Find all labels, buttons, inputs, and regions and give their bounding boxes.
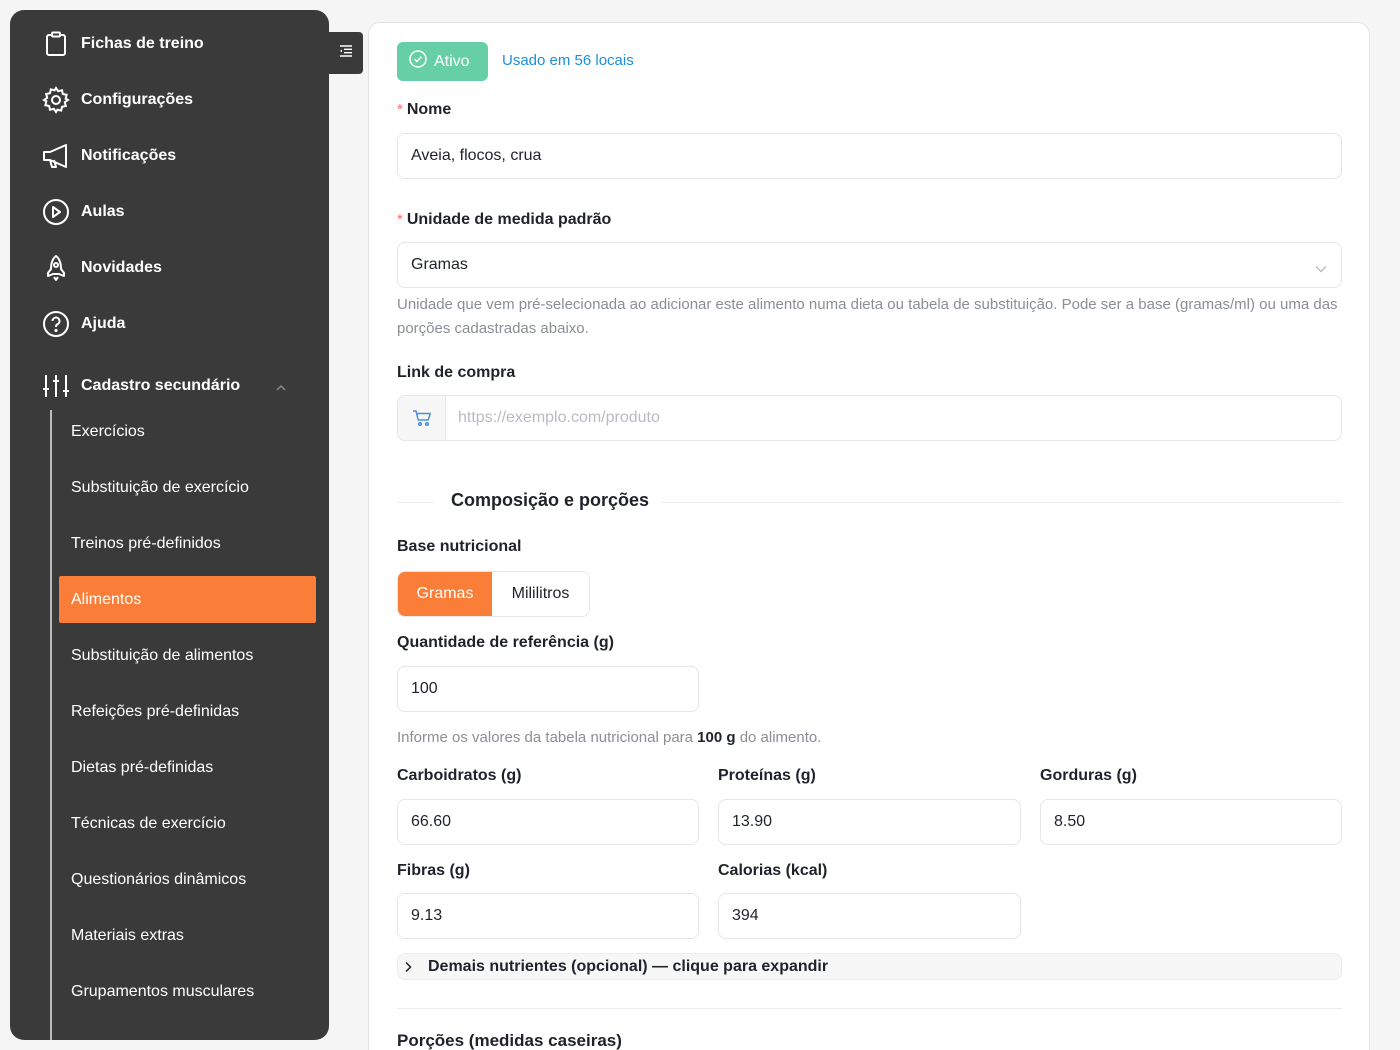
play-circle-icon xyxy=(42,198,70,226)
sliders-icon xyxy=(42,372,70,400)
megaphone-icon xyxy=(42,142,70,170)
chevron-up-icon[interactable] xyxy=(276,380,286,391)
calories-field[interactable]: 394 xyxy=(718,893,1021,939)
carbs-label: Carboidratos (g) xyxy=(397,767,522,784)
sidebar-item-notificacoes[interactable]: Notificações xyxy=(10,132,329,180)
nutrition-info-text: Informe os valores da tabela nutricional… xyxy=(397,729,822,746)
sidebar-item-label: Novidades xyxy=(81,259,162,276)
cart-icon xyxy=(398,396,446,440)
clipboard-icon xyxy=(42,30,70,58)
purchase-link-group xyxy=(397,395,1342,441)
sidebar-item-configuracoes[interactable]: Configurações xyxy=(10,76,329,124)
base-label: Base nutricional xyxy=(397,538,522,555)
submenu-guide-line xyxy=(50,410,52,1040)
usage-link[interactable]: Usado em 56 locais xyxy=(502,52,634,69)
sidebar-item-ajuda[interactable]: Ajuda xyxy=(10,300,329,348)
section-divider-left xyxy=(397,502,433,503)
base-option-mililitros[interactable]: Mililitros xyxy=(492,572,589,616)
calories-label: Calorias (kcal) xyxy=(718,862,828,879)
name-field[interactable]: Aveia, flocos, crua xyxy=(397,133,1342,179)
calories-value: 394 xyxy=(732,907,759,924)
submenu-item-tecnicas-de-exercicio[interactable]: Técnicas de exercício xyxy=(59,800,316,847)
submenu-item-refeicoes-pre-definidas[interactable]: Refeições pré-definidas xyxy=(59,688,316,735)
unit-label: * Unidade de medida padrão xyxy=(397,211,612,228)
menu-fold-icon xyxy=(339,44,353,62)
sidebar-item-label: Fichas de treino xyxy=(81,35,204,52)
sidebar-item-label: Configurações xyxy=(81,91,194,108)
portions-divider xyxy=(397,1008,1342,1009)
fiber-value: 9.13 xyxy=(411,907,443,924)
protein-label: Proteínas (g) xyxy=(718,767,816,784)
sidebar-item-aulas[interactable]: Aulas xyxy=(10,188,329,236)
more-nutrients-toggle[interactable]: Demais nutrientes (opcional) — clique pa… xyxy=(397,953,1342,980)
base-option-gramas[interactable]: Gramas xyxy=(398,572,492,616)
submenu-item-questionarios-dinamicos[interactable]: Questionários dinâmicos xyxy=(59,856,316,903)
sidebar-item-label: Notificações xyxy=(81,147,177,164)
name-label: * Nome xyxy=(397,101,452,118)
fat-value: 8.50 xyxy=(1054,813,1086,830)
fat-field[interactable]: 8.50 xyxy=(1040,799,1342,845)
sidebar-collapse-button[interactable] xyxy=(329,32,363,74)
submenu-item-treinos-pre-definidos[interactable]: Treinos pré-definidos xyxy=(59,520,316,567)
submenu-item-dietas-pre-definidas[interactable]: Dietas pré-definidas xyxy=(59,744,316,791)
fat-label: Gorduras (g) xyxy=(1040,767,1137,784)
help-circle-icon xyxy=(42,310,70,338)
sidebar-item-label: Cadastro secundário xyxy=(81,377,241,394)
sidebar-item-novidades[interactable]: Novidades xyxy=(10,244,329,292)
submenu-item-grupamentos-musculares[interactable]: Grupamentos musculares xyxy=(59,968,316,1015)
base-toggle: Gramas Mililitros xyxy=(397,571,590,617)
sidebar-item-label: Aulas xyxy=(81,203,125,220)
name-value: Aveia, flocos, crua xyxy=(411,147,542,164)
sidebar-item-cadastro-secundario[interactable]: Cadastro secundário xyxy=(10,362,329,410)
status-label: Ativo xyxy=(434,52,470,70)
portions-title: Porções (medidas caseiras) xyxy=(397,1031,622,1050)
section-title: Composição e porções xyxy=(451,490,650,510)
submenu-item-materiais-extras[interactable]: Materiais extras xyxy=(59,912,316,959)
link-label: Link de compra xyxy=(397,364,516,381)
fiber-field[interactable]: 9.13 xyxy=(397,893,699,939)
chevron-down-icon xyxy=(1315,260,1327,278)
carbs-value: 66.60 xyxy=(411,813,452,830)
food-form-card: Ativo Usado em 56 locais * Nome Aveia, fl… xyxy=(368,22,1370,1050)
status-badge[interactable]: Ativo xyxy=(397,42,488,81)
reference-label: Quantidade de referência (g) xyxy=(397,634,614,651)
purchase-link-input[interactable] xyxy=(446,396,1341,440)
gear-icon xyxy=(42,86,70,114)
reference-value: 100 xyxy=(411,680,438,697)
carbs-field[interactable]: 66.60 xyxy=(397,799,699,845)
fiber-label: Fibras (g) xyxy=(397,862,470,879)
protein-value: 13.90 xyxy=(732,813,773,830)
sidebar: Fichas de treino Configurações Notificaç… xyxy=(10,10,329,1040)
section-divider-right xyxy=(661,502,1342,503)
submenu-item-exercicios[interactable]: Exercícios xyxy=(59,408,316,455)
unit-value: Gramas xyxy=(411,256,468,273)
reference-quantity-field[interactable]: 100 xyxy=(397,666,699,712)
rocket-icon xyxy=(42,254,70,282)
protein-field[interactable]: 13.90 xyxy=(718,799,1021,845)
check-circle-icon xyxy=(409,50,427,73)
submenu-item-substituicao-de-exercicio[interactable]: Substituição de exercício xyxy=(59,464,316,511)
sidebar-item-fichas-de-treino[interactable]: Fichas de treino xyxy=(10,20,329,68)
chevron-right-icon xyxy=(403,960,413,978)
submenu-item-substituicao-de-alimentos[interactable]: Substituição de alimentos xyxy=(59,632,316,679)
unit-help-text: Unidade que vem pré-selecionada ao adici… xyxy=(397,296,1338,337)
submenu-item-alimentos[interactable]: Alimentos xyxy=(59,576,316,623)
sidebar-item-label: Ajuda xyxy=(81,315,126,332)
more-nutrients-label: Demais nutrientes (opcional) — clique pa… xyxy=(428,957,829,975)
unit-select[interactable]: Gramas xyxy=(397,242,1342,288)
